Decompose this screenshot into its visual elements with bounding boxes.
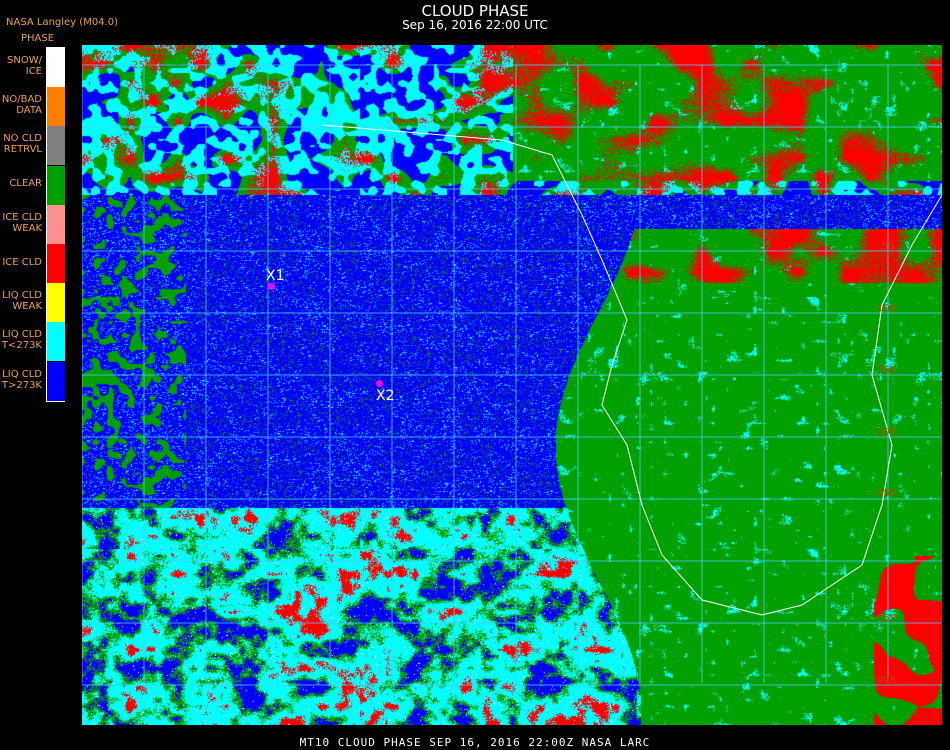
lat-label: 40S <box>877 675 897 686</box>
legend-label: LIQ CLD T<273K <box>1 329 42 352</box>
legend-label: ICE CLD <box>2 256 42 268</box>
legend-swatch <box>47 165 65 205</box>
marker-x1-dot <box>268 283 275 290</box>
phase-legend <box>46 47 65 402</box>
legend-label: NO CLD RETRVL <box>3 133 42 156</box>
legend-swatch <box>47 322 65 362</box>
legend-label: NO/BAD DATA <box>1 94 42 117</box>
legend-label: ICE CLD WEAK <box>2 211 42 234</box>
legend-swatch <box>47 283 65 323</box>
legend-swatch <box>47 361 65 401</box>
map-timestamp: Sep 16, 2016 22:00 UTC <box>402 18 548 32</box>
product-label: PHASE <box>21 33 55 44</box>
legend-swatch <box>47 87 65 127</box>
legend-label: LIQ CLD T>273K <box>1 368 42 391</box>
legend-label: CLEAR <box>9 178 42 190</box>
marker-x1-label: X1 <box>266 268 285 284</box>
lat-label: 25S <box>877 488 897 499</box>
legend-swatch <box>47 48 65 87</box>
lat-label: 0 <box>882 178 889 189</box>
lat-label: 5S <box>882 241 895 252</box>
legend-swatch <box>47 126 65 166</box>
lat-label: 10S <box>877 303 897 314</box>
lat-label: 35S <box>877 613 897 624</box>
coastline <box>321 124 942 616</box>
lon-label-5w: 5W <box>385 60 402 71</box>
lon-label-25w: 25W <box>132 60 155 71</box>
legend-swatch <box>47 204 65 244</box>
legend-swatch <box>47 244 65 283</box>
legend-label: LIQ CLD WEAK <box>2 290 42 313</box>
map-grid-overlay <box>82 64 942 686</box>
marker-x2-label: X2 <box>376 388 395 404</box>
marker-x2-dot <box>376 380 383 387</box>
lat-label: 20S <box>877 427 897 438</box>
lat-label: 15S <box>877 365 897 376</box>
legend-label: SNOW/ICE <box>7 55 42 77</box>
footer-caption: MT10 CLOUD PHASE SEP 16, 2016 22:00Z NAS… <box>299 736 651 749</box>
